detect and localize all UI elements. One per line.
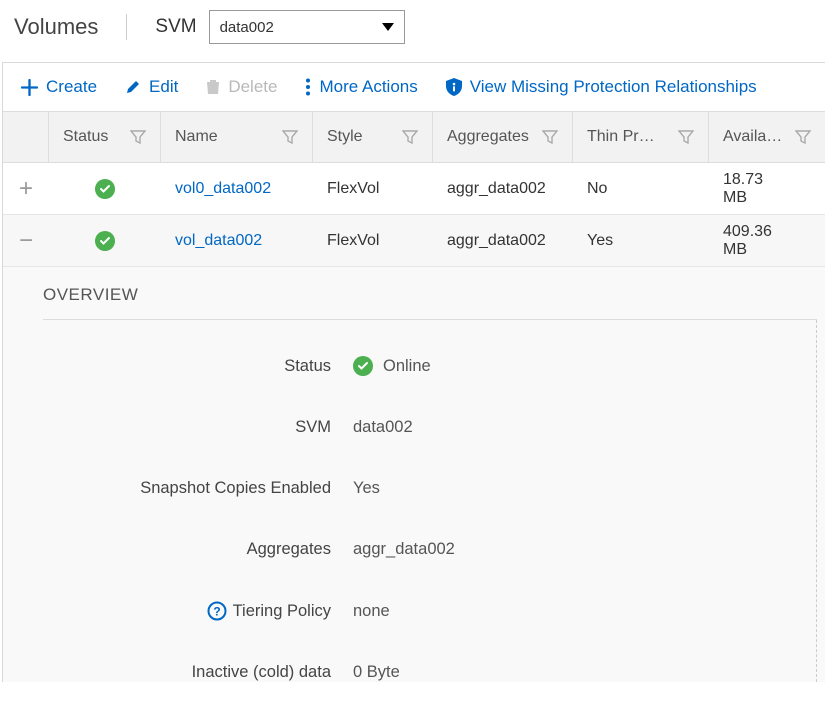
filter-icon[interactable] <box>795 130 811 144</box>
cell-thin: No <box>573 180 709 198</box>
col-available[interactable]: Availa… <box>709 112 825 162</box>
prop-label-status: Status <box>43 357 353 376</box>
prop-value-snapshot: Yes <box>353 479 380 498</box>
svm-select[interactable]: data002 <box>209 10 405 44</box>
col-expander <box>3 112 49 162</box>
svm-select-value: data002 <box>220 19 382 36</box>
row-detail: OVERVIEW Status Online SVM data002 Snaps… <box>3 267 825 682</box>
prop-value-tiering: none <box>353 602 390 621</box>
view-missing-label: View Missing Protection Relationships <box>470 77 757 97</box>
page-title: Volumes <box>14 14 98 40</box>
col-style[interactable]: Style <box>313 112 433 162</box>
prop-label-inactive: Inactive (cold) data <box>43 663 353 682</box>
filter-icon[interactable] <box>402 130 418 144</box>
cell-style: FlexVol <box>313 232 433 250</box>
col-name[interactable]: Name <box>161 112 313 162</box>
cell-available: 18.73 MB <box>709 171 825 207</box>
cell-aggregates: aggr_data002 <box>433 180 573 198</box>
delete-button: Delete <box>206 77 277 97</box>
edit-label: Edit <box>149 77 178 97</box>
cell-aggregates: aggr_data002 <box>433 232 573 250</box>
table-columns: Status Name Style Aggregates Thin Pr… Av… <box>3 111 825 163</box>
expand-toggle[interactable]: + <box>3 175 49 203</box>
vertical-dots-icon <box>305 78 311 96</box>
status-online-icon <box>95 231 115 251</box>
create-button[interactable]: Create <box>21 77 97 97</box>
page-header: Volumes SVM data002 <box>0 0 825 62</box>
help-icon[interactable]: ? <box>207 601 227 621</box>
overview-heading: OVERVIEW <box>43 285 817 320</box>
cell-name: vol0_data002 <box>161 180 313 198</box>
shield-icon <box>446 78 462 96</box>
more-actions-button[interactable]: More Actions <box>305 77 417 97</box>
cell-style: FlexVol <box>313 180 433 198</box>
volume-link[interactable]: vol0_data002 <box>175 180 271 198</box>
prop-value-inactive: 0 Byte <box>353 663 400 682</box>
volume-link[interactable]: vol_data002 <box>175 232 262 250</box>
filter-icon[interactable] <box>282 130 298 144</box>
filter-icon[interactable] <box>542 130 558 144</box>
cell-status <box>49 179 161 199</box>
col-thin[interactable]: Thin Pr… <box>573 112 709 162</box>
cell-available: 409.36 MB <box>709 223 825 259</box>
prop-value-svm: data002 <box>353 418 413 437</box>
status-online-icon <box>95 179 115 199</box>
status-online-icon <box>353 356 373 376</box>
create-label: Create <box>46 77 97 97</box>
chevron-down-icon <box>382 23 394 31</box>
prop-value-status: Online <box>353 356 431 376</box>
prop-label-svm: SVM <box>43 418 353 437</box>
svg-text:?: ? <box>213 605 220 619</box>
delete-label: Delete <box>228 77 277 97</box>
pencil-icon <box>125 79 141 95</box>
plus-icon <box>21 79 38 96</box>
col-status[interactable]: Status <box>49 112 161 162</box>
cell-thin: Yes <box>573 232 709 250</box>
prop-value-aggregates: aggr_data002 <box>353 540 455 559</box>
header-divider <box>126 14 127 40</box>
prop-label-tiering: ? Tiering Policy <box>43 601 353 621</box>
filter-icon[interactable] <box>678 130 694 144</box>
trash-icon <box>206 79 220 95</box>
cell-status <box>49 231 161 251</box>
prop-label-snapshot: Snapshot Copies Enabled <box>43 479 353 498</box>
table-row[interactable]: − vol_data002 FlexVol aggr_data002 Yes 4… <box>3 215 825 267</box>
table-row[interactable]: + vol0_data002 FlexVol aggr_data002 No 1… <box>3 163 825 215</box>
svm-label: SVM <box>155 16 196 38</box>
col-aggregates[interactable]: Aggregates <box>433 112 573 162</box>
filter-icon[interactable] <box>130 130 146 144</box>
toolbar: Create Edit Delete More Actions View Mis… <box>3 63 825 111</box>
more-actions-label: More Actions <box>319 77 417 97</box>
edit-button[interactable]: Edit <box>125 77 178 97</box>
collapse-toggle[interactable]: − <box>3 227 49 255</box>
view-missing-button[interactable]: View Missing Protection Relationships <box>446 77 757 97</box>
cell-name: vol_data002 <box>161 232 313 250</box>
prop-label-aggregates: Aggregates <box>43 540 353 559</box>
